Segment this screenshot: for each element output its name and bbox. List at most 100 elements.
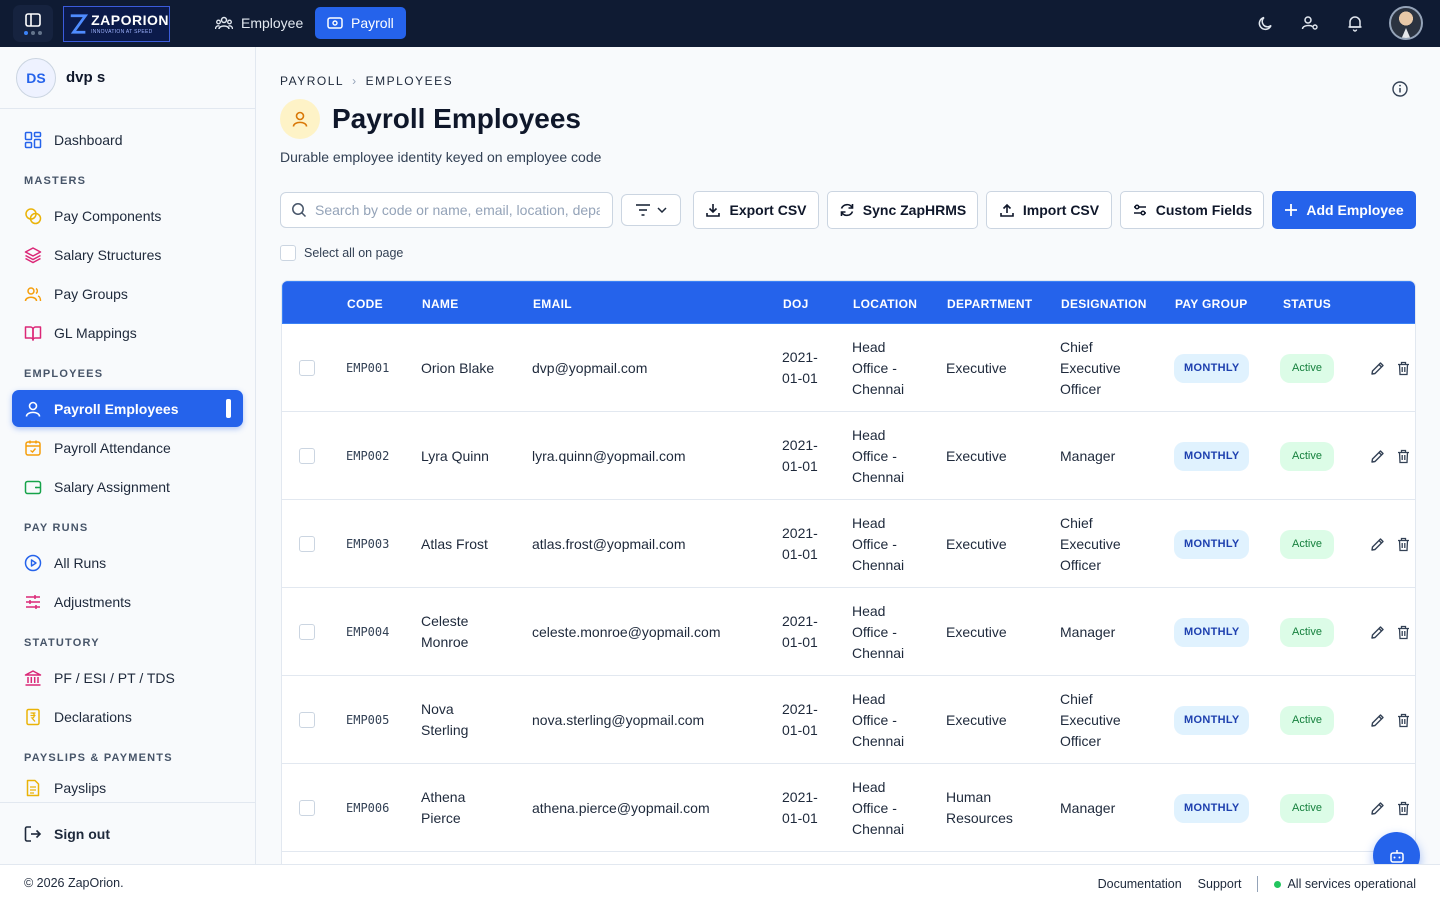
add-employee-label: Add Employee bbox=[1306, 202, 1404, 218]
sidebar-item-gl-mappings[interactable]: GL Mappings bbox=[12, 314, 243, 351]
people-icon bbox=[215, 16, 233, 30]
edit-icon[interactable] bbox=[1370, 713, 1385, 728]
column-header[interactable]: STATUS bbox=[1283, 297, 1331, 311]
edit-icon[interactable] bbox=[1370, 361, 1385, 376]
row-checkbox[interactable] bbox=[299, 712, 315, 728]
row-checkbox[interactable] bbox=[299, 536, 315, 552]
column-header[interactable]: EMAIL bbox=[533, 297, 572, 311]
row-checkbox[interactable] bbox=[299, 448, 315, 464]
sidebar-item-payslips[interactable]: Payslips bbox=[12, 774, 243, 802]
employee-designation: Chief Executive Officer bbox=[1060, 690, 1121, 749]
footer: © 2026 ZapOrion. Documentation Support A… bbox=[0, 864, 1440, 900]
sidebar-item-label: Payslips bbox=[54, 780, 107, 796]
sidebar-item-salary-assignment[interactable]: Salary Assignment bbox=[12, 468, 243, 505]
wallet-icon bbox=[24, 480, 42, 494]
sidebar-item-payroll-employees[interactable]: Payroll Employees bbox=[12, 390, 243, 427]
page-icon bbox=[280, 99, 320, 139]
row-checkbox[interactable] bbox=[299, 360, 315, 376]
user-settings-icon[interactable] bbox=[1301, 14, 1319, 32]
export-csv-button[interactable]: Export CSV bbox=[693, 191, 819, 229]
top-bar: ZAPORION INNOVATION AT SPEED Employee Pa… bbox=[0, 0, 1440, 47]
panel-toggle-button[interactable] bbox=[13, 5, 53, 42]
filter-button[interactable] bbox=[621, 194, 681, 226]
user-profile[interactable]: DS dvp s bbox=[0, 47, 255, 109]
sidebar-item-pay-groups[interactable]: Pay Groups bbox=[12, 275, 243, 312]
edit-icon[interactable] bbox=[1370, 537, 1385, 552]
sidebar-item-salary-structures[interactable]: Salary Structures bbox=[12, 236, 243, 273]
user-icon bbox=[25, 401, 41, 417]
employee-doj: 2021-01-01 bbox=[782, 349, 818, 386]
trash-icon[interactable] bbox=[1397, 625, 1410, 640]
sidebar: DS dvp s Dashboard MASTERS Pay Component… bbox=[0, 47, 256, 864]
sign-out-button[interactable]: Sign out bbox=[12, 815, 243, 852]
edit-icon[interactable] bbox=[1370, 625, 1385, 640]
column-header[interactable]: CODE bbox=[347, 297, 383, 311]
employee-location: Head Office - Chennai bbox=[852, 338, 905, 397]
table-row[interactable]: EMP001 Orion Blake dvp@yopmail.com 2021-… bbox=[282, 324, 1415, 412]
import-csv-label: Import CSV bbox=[1022, 202, 1100, 218]
table-row[interactable]: EMP002 Lyra Quinn lyra.quinn@yopmail.com… bbox=[282, 412, 1415, 500]
sidebar-item-payroll-attendance[interactable]: Payroll Attendance bbox=[12, 429, 243, 466]
trash-icon[interactable] bbox=[1397, 537, 1410, 552]
import-csv-button[interactable]: Import CSV bbox=[986, 191, 1112, 229]
table-row[interactable]: EMP003 Atlas Frost atlas.frost@yopmail.c… bbox=[282, 500, 1415, 588]
tab-payroll-label: Payroll bbox=[351, 15, 394, 31]
info-icon[interactable] bbox=[1391, 80, 1409, 98]
logo-mark-icon bbox=[70, 14, 89, 34]
select-all-checkbox[interactable] bbox=[280, 245, 296, 261]
sidebar-item-pf-esi-pt-tds[interactable]: PF / ESI / PT / TDS bbox=[12, 659, 243, 696]
sidebar-item-all-runs[interactable]: All Runs bbox=[12, 544, 243, 581]
breadcrumb: PAYROLL › EMPLOYEES bbox=[280, 74, 453, 88]
column-header[interactable]: NAME bbox=[422, 297, 459, 311]
sidebar-item-pay-components[interactable]: Pay Components bbox=[12, 197, 243, 234]
trash-icon[interactable] bbox=[1397, 713, 1410, 728]
employee-code: EMP004 bbox=[346, 624, 390, 639]
user-avatar[interactable] bbox=[1389, 6, 1423, 40]
trash-icon[interactable] bbox=[1397, 801, 1410, 816]
edit-icon[interactable] bbox=[1370, 801, 1385, 816]
divider bbox=[1257, 876, 1259, 892]
tab-employee[interactable]: Employee bbox=[203, 7, 315, 39]
sidebar-item-dashboard[interactable]: Dashboard bbox=[12, 121, 243, 158]
employee-name: Orion Blake bbox=[421, 359, 495, 376]
sidebar-item-declarations[interactable]: Declarations bbox=[12, 698, 243, 735]
column-header[interactable]: DOJ bbox=[783, 297, 809, 311]
employee-designation: Chief Executive Officer bbox=[1060, 514, 1121, 573]
employee-location: Head Office - Chennai bbox=[852, 690, 905, 749]
column-header[interactable]: DEPARTMENT bbox=[947, 297, 1032, 311]
table-row[interactable]: EMP004 Celeste Monroe celeste.monroe@yop… bbox=[282, 588, 1415, 676]
custom-fields-button[interactable]: Custom Fields bbox=[1120, 191, 1264, 229]
sync-zaphrms-button[interactable]: Sync ZapHRMS bbox=[827, 191, 978, 229]
avatar: DS bbox=[16, 57, 56, 98]
employee-code: EMP005 bbox=[346, 712, 390, 727]
play-circle-icon bbox=[24, 554, 42, 571]
pay-group-badge: MONTHLY bbox=[1174, 353, 1250, 383]
sidebar-item-adjustments[interactable]: Adjustments bbox=[12, 583, 243, 620]
documentation-link[interactable]: Documentation bbox=[1098, 877, 1182, 891]
settings-sliders-icon bbox=[1133, 204, 1146, 216]
column-header[interactable]: PAY GROUP bbox=[1175, 297, 1248, 311]
sidebar-item-label: Dashboard bbox=[54, 131, 123, 148]
search-input[interactable] bbox=[315, 202, 600, 218]
sidebar-item-label: Salary Structures bbox=[54, 246, 162, 263]
row-checkbox[interactable] bbox=[299, 624, 315, 640]
copyright: © 2026 ZapOrion. bbox=[24, 876, 124, 890]
logo[interactable]: ZAPORION INNOVATION AT SPEED bbox=[63, 6, 170, 42]
support-link[interactable]: Support bbox=[1198, 877, 1242, 891]
add-employee-button[interactable]: Add Employee bbox=[1272, 191, 1416, 229]
select-all[interactable]: Select all on page bbox=[280, 245, 403, 261]
trash-icon[interactable] bbox=[1397, 361, 1410, 376]
column-header[interactable]: LOCATION bbox=[853, 297, 917, 311]
tab-payroll[interactable]: Payroll bbox=[315, 7, 406, 39]
status-badge: Active bbox=[1280, 353, 1334, 383]
row-checkbox[interactable] bbox=[299, 800, 315, 816]
trash-icon[interactable] bbox=[1397, 449, 1410, 464]
table-row[interactable]: EMP006 Athena Pierce athena.pierce@yopma… bbox=[282, 764, 1415, 852]
moon-icon[interactable] bbox=[1257, 14, 1275, 32]
bell-icon[interactable] bbox=[1346, 14, 1364, 32]
breadcrumb-payroll[interactable]: PAYROLL bbox=[280, 74, 344, 88]
edit-icon[interactable] bbox=[1370, 449, 1385, 464]
table-row[interactable]: EMP005 Nova Sterling nova.sterling@yopma… bbox=[282, 676, 1415, 764]
column-header[interactable]: DESIGNATION bbox=[1061, 297, 1147, 311]
bot-icon bbox=[1389, 849, 1404, 863]
